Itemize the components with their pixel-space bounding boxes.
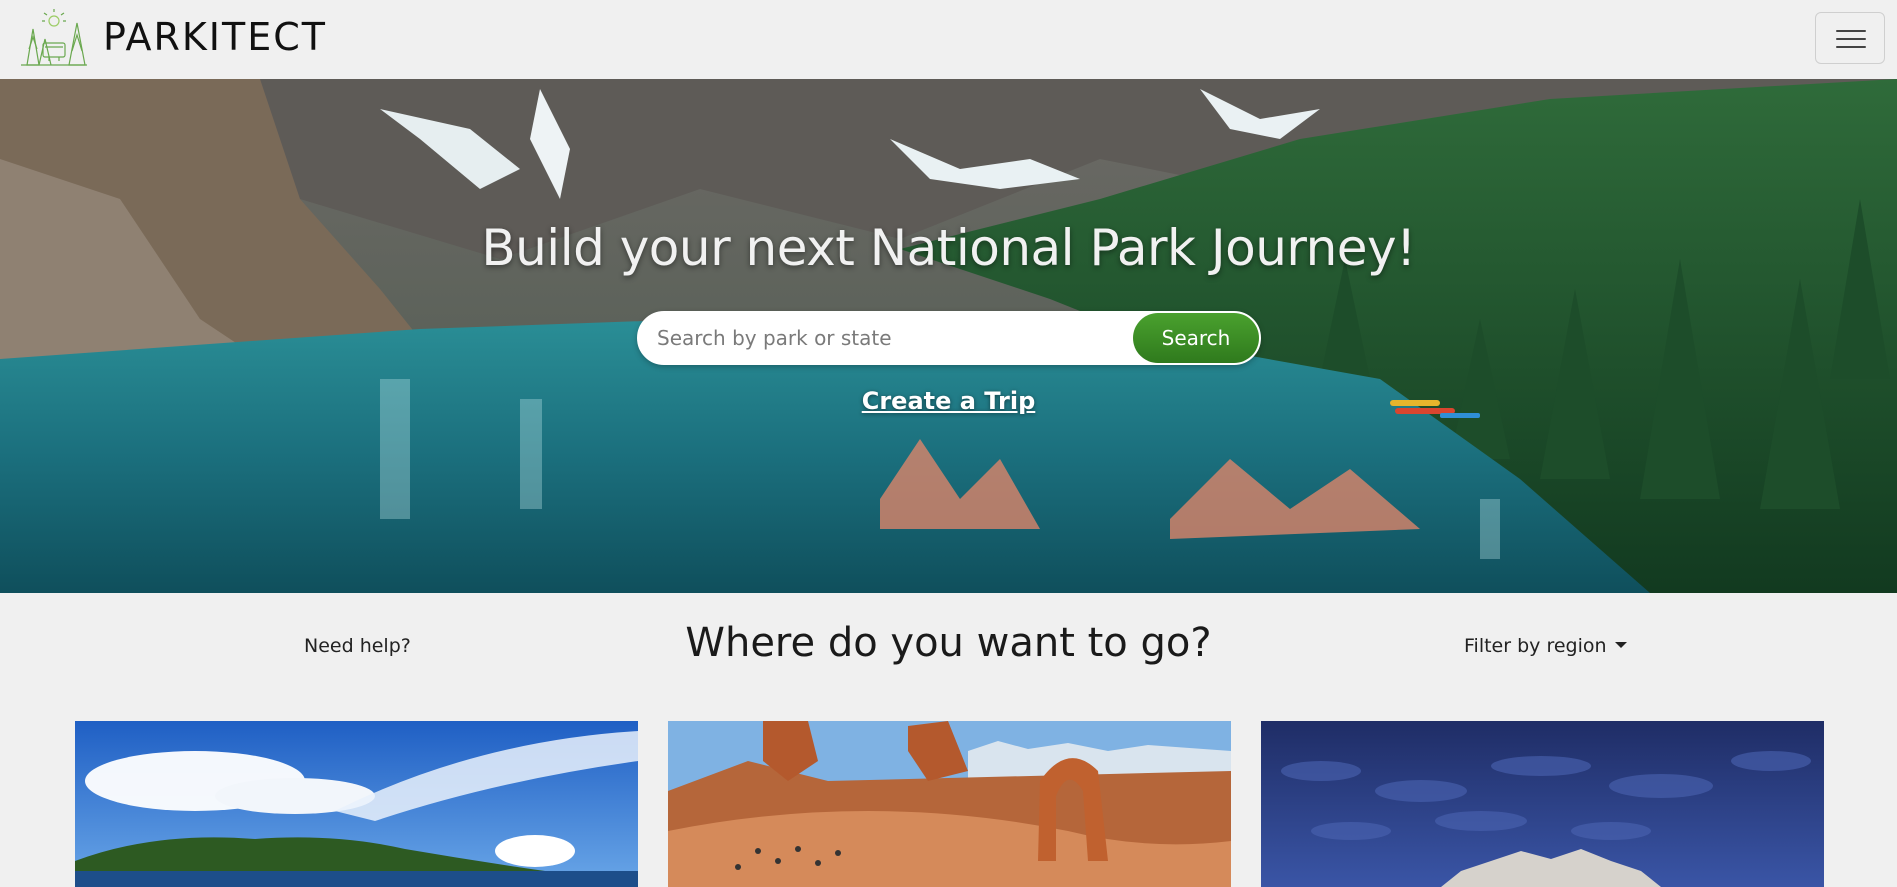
create-trip-link[interactable]: Create a Trip <box>862 387 1036 415</box>
park-card-image-arch <box>668 721 1231 887</box>
park-card[interactable] <box>75 721 638 887</box>
brand-name[interactable]: PARKITECT <box>103 14 327 60</box>
caret-down-icon <box>1614 641 1627 648</box>
hamburger-icon <box>1836 30 1866 32</box>
navbar: PARKITECT <box>0 0 1897 79</box>
search-button[interactable]: Search <box>1133 313 1259 363</box>
hero-title: Build your next National Park Journey! <box>481 219 1416 277</box>
park-card[interactable] <box>1261 721 1824 887</box>
search-input[interactable] <box>657 313 1127 363</box>
menu-toggle-button[interactable] <box>1815 12 1885 64</box>
create-trip-container: Create a Trip <box>0 387 1897 415</box>
park-card-image-storm <box>1261 721 1824 887</box>
park-card[interactable] <box>668 721 1231 887</box>
filter-region-dropdown[interactable]: Filter by region <box>1464 635 1627 657</box>
park-card-image-coastal <box>75 721 638 887</box>
hero-banner: Build your next National Park Journey! S… <box>0 79 1897 593</box>
hero-search-bar: Search <box>637 311 1261 365</box>
filter-region-label: Filter by region <box>1464 635 1607 657</box>
parkitect-logo-icon[interactable] <box>19 9 89 67</box>
